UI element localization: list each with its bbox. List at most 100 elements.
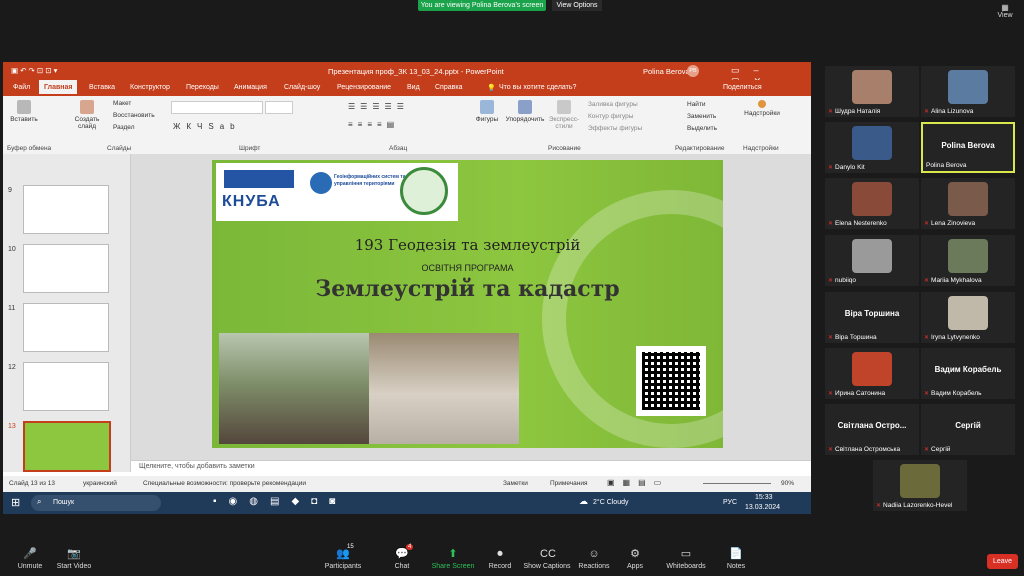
captions-icon: CC [540,548,556,560]
participant-name-text: nubiiqo [835,277,856,284]
participant-name-text: Світлана Остромська [835,446,901,453]
mic-off-icon: 🎤 [23,548,37,560]
participant-video [852,239,892,273]
toolbar-label: Notes [726,563,746,570]
mic-muted-icon: ✕ [828,278,834,284]
participant-tile[interactable]: Polina Berova Polina Berova [921,122,1015,173]
participants-button[interactable]: 👥 15 Participants [313,540,373,570]
participant-name-text: Шудра Наталія [835,108,881,115]
participant-tile[interactable]: Світлана Остро... ✕ Світлана Остромська [825,404,919,455]
mic-muted-icon: ✕ [876,503,882,509]
participant-name-text: Alina Lizunova [931,108,974,115]
participant-name-text: Elena Nesterenko [835,220,887,227]
participant-name-text: Ирина Сатонина [835,390,886,397]
participant-display-name: Віра Торшина [844,309,900,318]
participant-name: ✕ Шудра Наталія [828,108,880,115]
participant-video [948,182,988,216]
toolbar-label: Record [488,563,512,570]
whiteboard-icon: ▭ [680,548,692,560]
participant-name: ✕ Lena Zinovieva [924,220,975,227]
participant-tile[interactable]: ✕ Шудра Наталія [825,66,919,117]
participant-name: ✕ Ирина Сатонина [828,390,885,397]
participant-name-text: Iryna Lytvynenko [931,334,980,341]
participant-name: ✕ Danylo Kit [828,164,865,171]
participant-tile[interactable]: Сергій ✕ Сергій [921,404,1015,455]
video-off-icon: 📷 [67,548,81,560]
participant-tile[interactable]: ✕ Ирина Сатонина [825,348,919,399]
mic-muted-icon: ✕ [828,221,834,227]
leave-button[interactable]: Leave [987,554,1018,569]
participants-gallery: ✕ Шудра Наталія ✕ Alina Lizunova ✕ Danylo Kit… [0,0,1024,540]
mic-muted-icon: ✕ [828,391,834,397]
participant-name: ✕ Світлана Остромська [828,446,900,453]
participant-tile[interactable]: ✕ Danylo Kit [825,122,919,173]
toolbar-label: Apps [627,563,643,570]
participant-video [852,126,892,160]
participant-name: ✕ Віра Торшина [828,334,877,341]
mic-muted-icon: ✕ [828,335,834,341]
participant-video [948,70,988,104]
participant-name-text: Вадим Корабель [931,390,982,397]
participant-tile[interactable]: ✕ Nadiia Lazorenko-Hevel [873,460,967,511]
participant-tile[interactable]: ✕ Elena Nesterenko [825,178,919,229]
participant-video [948,296,988,330]
participant-name: ✕ Nadiia Lazorenko-Hevel [876,502,952,509]
mic-muted-icon: ✕ [924,335,930,341]
participant-tile[interactable]: ✕ nubiiqo [825,235,919,286]
participant-video [852,182,892,216]
participant-tile[interactable]: ✕ Mariia Mykhalova [921,235,1015,286]
participant-video [852,352,892,386]
participant-name-text: Polina Berova [926,162,967,169]
participant-video [900,464,940,498]
participant-name: ✕ Alina Lizunova [924,108,973,115]
participant-name-text: Віра Торшина [835,334,877,341]
participant-name: ✕ Сергій [924,446,950,453]
participant-name: ✕ Elena Nesterenko [828,220,887,227]
participant-video [948,239,988,273]
reactions-icon: ☺ [588,548,600,560]
participant-name: ✕ Mariia Mykhalova [924,277,982,284]
participant-tile[interactable]: Вадим Корабель ✕ Вадим Корабель [921,348,1015,399]
notes-icon: 📄 [729,548,743,560]
participant-name: Polina Berova [926,162,966,169]
participant-tile[interactable]: ✕ Alina Lizunova [921,66,1015,117]
mic-muted-icon: ✕ [924,391,930,397]
participant-display-name: Вадим Корабель [934,365,1002,374]
toolbar-label: Start Video [56,563,92,570]
mic-muted-icon: ✕ [828,109,834,115]
participant-display-name: Світлана Остро... [837,421,907,430]
mic-muted-icon: ✕ [924,278,930,284]
participant-tile[interactable]: ✕ Iryna Lytvynenko [921,292,1015,343]
participant-name: ✕ Вадим Корабель [924,390,982,397]
toolbar-label: Share Screen [431,563,475,570]
participant-name-text: Lena Zinovieva [931,220,976,227]
participant-name-text: Сергій [931,446,951,453]
participant-video [852,70,892,104]
participant-tile[interactable]: Віра Торшина ✕ Віра Торшина [825,292,919,343]
participant-name: ✕ Iryna Lytvynenko [924,334,980,341]
mic-muted-icon: ✕ [828,447,834,453]
count-badge: 4 [406,544,414,550]
share-screen-icon: ⬆ [448,548,458,560]
participant-display-name: Polina Berova [941,141,995,150]
participant-display-name: Сергій [955,421,981,430]
mic-muted-icon: ✕ [924,221,930,227]
toolbar-label: Unmute [17,563,43,570]
apps-icon: ⚙ [630,548,640,560]
participant-name-text: Mariia Mykhalova [931,277,982,284]
participant-name-text: Nadiia Lazorenko-Hevel [883,502,953,509]
participant-name-text: Danylo Kit [835,164,865,171]
toolbar-label: Whiteboards [666,563,706,570]
mic-muted-icon: ✕ [924,109,930,115]
participant-tile[interactable]: ✕ Lena Zinovieva [921,178,1015,229]
mic-muted-icon: ✕ [924,447,930,453]
mic-muted-icon: ✕ [828,165,834,171]
toolbar-label: Participants [324,563,362,570]
notes-button[interactable]: 📄 Notes [706,540,766,570]
record-icon: ⏺ [497,548,503,560]
start-video-button[interactable]: 📷 Start Video [44,540,104,570]
toolbar-label: Chat [394,563,410,570]
meeting-toolbar: 🎤 Unmute 📷 Start Video 👥 15 Participants 💬 4 Chat… [0,540,1024,576]
chat-icon: 💬 [395,548,409,560]
participant-name: ✕ nubiiqo [828,277,856,284]
